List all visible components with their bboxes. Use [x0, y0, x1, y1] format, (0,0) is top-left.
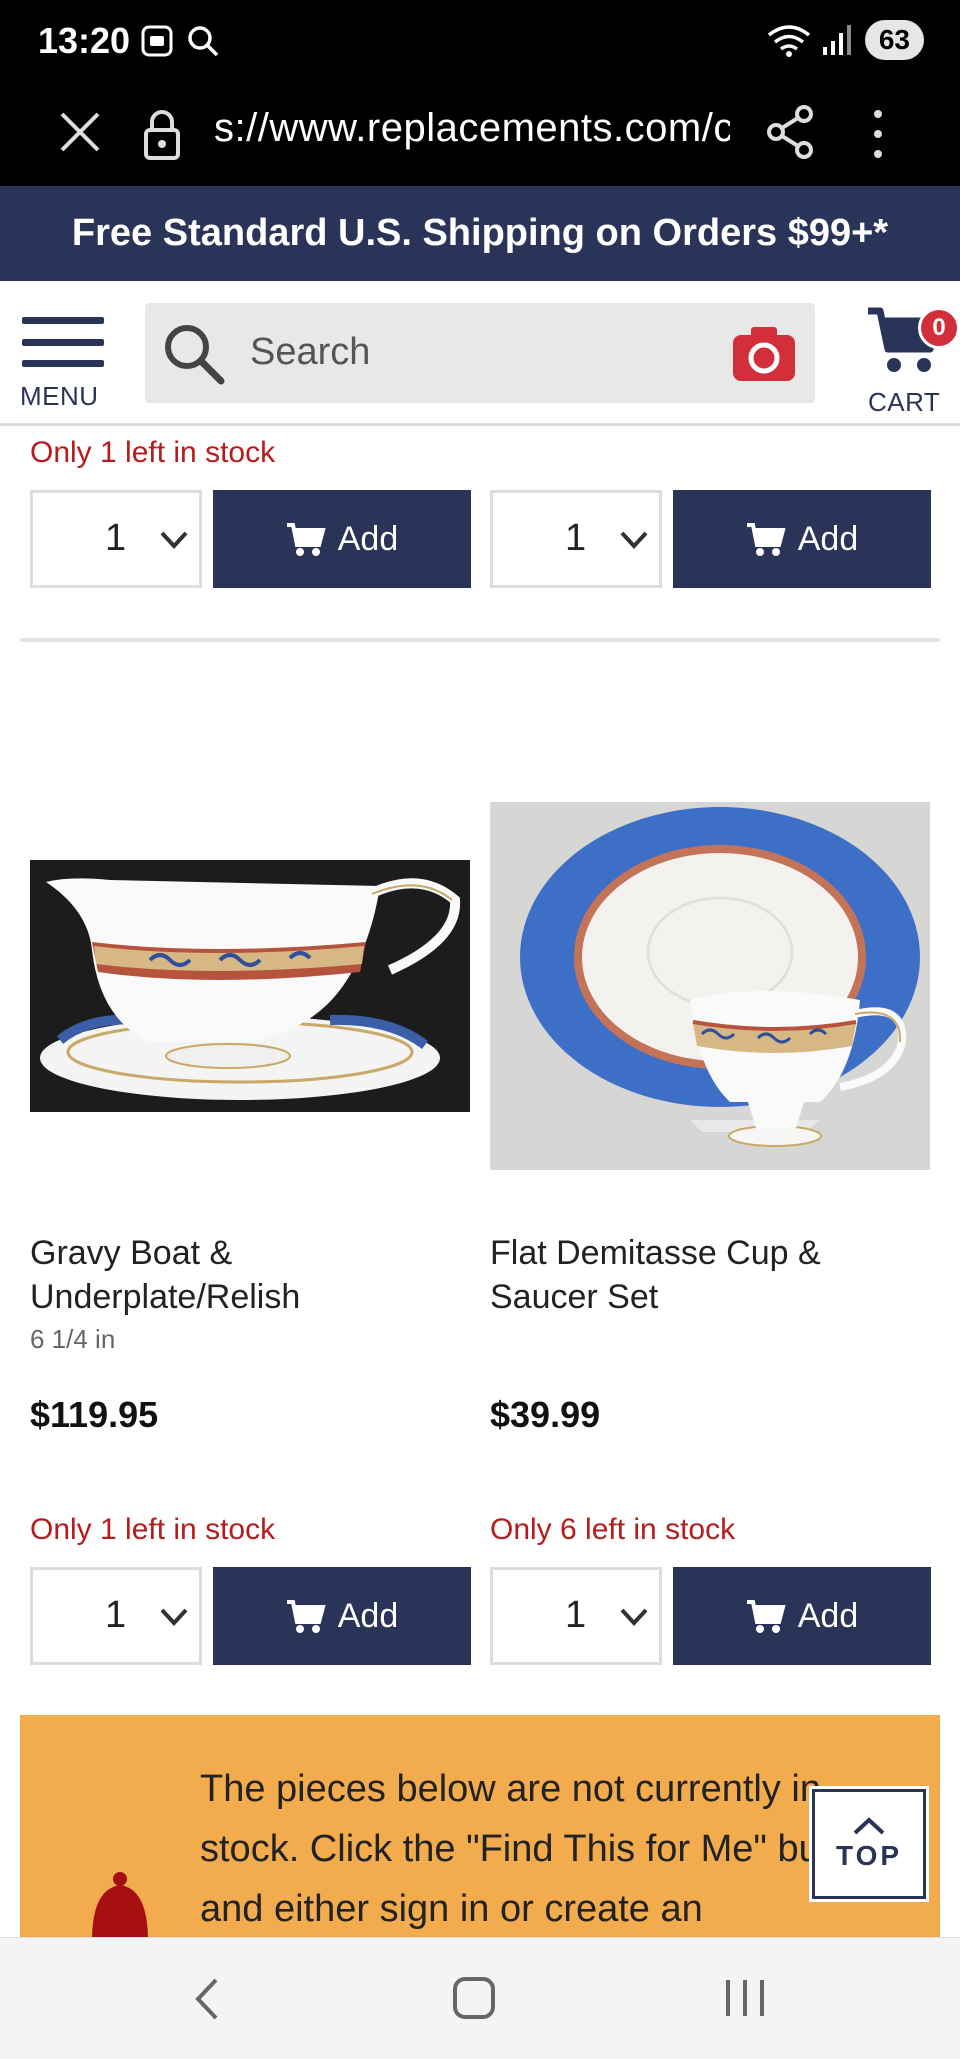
add-label: Add [797, 519, 859, 558]
camera-search-icon[interactable] [733, 325, 795, 381]
product-size: 6 1/4 in [30, 1324, 116, 1354]
battery-indicator: 63 [864, 20, 924, 60]
wifi-icon [767, 25, 810, 57]
bell-icon [84, 1872, 156, 1945]
menu-button[interactable]: MENU [20, 317, 110, 417]
search-placeholder: Search [250, 331, 371, 373]
add-to-cart-button[interactable]: Add [673, 1567, 931, 1665]
quantity-value: 1 [105, 1594, 127, 1636]
recent-apps-icon[interactable] [722, 1976, 768, 2020]
signal-icon [822, 25, 851, 55]
row-divider [20, 638, 940, 642]
share-icon[interactable] [766, 104, 814, 160]
home-icon[interactable] [452, 1976, 496, 2020]
status-icons-left [140, 24, 220, 58]
quantity-select[interactable]: 1 [30, 490, 202, 588]
status-time: 13:20 [38, 20, 131, 61]
chevron-down-icon [620, 1608, 648, 1626]
cart-icon [286, 523, 326, 556]
gravy-boat-image[interactable] [30, 860, 470, 1112]
chevron-down-icon [620, 531, 648, 549]
quantity-value: 1 [565, 1594, 587, 1636]
stock-notice: Only 1 left in stock [30, 436, 276, 469]
search-status-icon [188, 26, 219, 57]
stock-notice: Only 6 left in stock [490, 1513, 736, 1546]
product-price: $119.95 [30, 1394, 159, 1435]
demitasse-cup-image[interactable] [490, 802, 930, 1170]
product-price: $39.99 [490, 1394, 601, 1435]
notice-text: The pieces below are not currently in st… [200, 1768, 884, 1930]
overflow-menu-icon[interactable] [866, 106, 890, 162]
add-to-cart-button[interactable]: Add [673, 490, 931, 588]
quantity-select[interactable]: 1 [490, 1567, 662, 1665]
add-label: Add [337, 519, 399, 558]
top-label: TOP [835, 1840, 903, 1871]
quantity-value: 1 [105, 517, 127, 559]
quantity-value: 1 [565, 517, 587, 559]
menu-label: MENU [20, 381, 99, 411]
close-icon[interactable] [58, 110, 102, 154]
chevron-down-icon [160, 531, 188, 549]
browser-url-bar: s://www.replacements.com/c [0, 86, 960, 186]
cart-icon [286, 1600, 326, 1633]
cart-label: CART [868, 387, 941, 417]
out-of-stock-notice: The pieces below are not currently in st… [20, 1715, 940, 1945]
quantity-select[interactable]: 1 [30, 1567, 202, 1665]
hamburger-icon [22, 317, 104, 367]
add-label: Add [797, 1596, 859, 1635]
chevron-down-icon [160, 1608, 188, 1626]
add-to-cart-button[interactable]: Add [213, 490, 471, 588]
status-icons-right: 63 [767, 20, 924, 60]
back-to-top-button[interactable]: TOP [812, 1789, 926, 1899]
url-field[interactable]: s://www.replacements.com/c [214, 106, 730, 151]
add-to-cart-button[interactable]: Add [213, 1567, 471, 1665]
stock-notice: Only 1 left in stock [30, 1513, 276, 1546]
search-input[interactable]: Search [145, 303, 815, 403]
system-nav-bar [0, 1937, 960, 2059]
product-title[interactable]: Flat Demitasse Cup & Saucer Set [490, 1231, 930, 1319]
product-title[interactable]: Gravy Boat & Underplate/Relish [30, 1231, 470, 1319]
search-icon [165, 325, 225, 385]
chevron-up-icon [853, 1817, 885, 1835]
site-header: MENU Search 0 CART [0, 281, 960, 426]
cart-count-badge: 0 [918, 307, 960, 349]
quantity-select[interactable]: 1 [490, 490, 662, 588]
lock-icon[interactable] [142, 108, 182, 160]
cart-icon [746, 1600, 786, 1633]
screenshot-icon [141, 25, 173, 57]
status-bar: 13:20 63 [0, 0, 960, 86]
cart-button[interactable]: 0 CART [862, 297, 960, 417]
add-label: Add [337, 1596, 399, 1635]
shipping-promo-banner[interactable]: Free Standard U.S. Shipping on Orders $9… [0, 186, 960, 281]
cart-icon [746, 523, 786, 556]
back-icon[interactable] [190, 1976, 224, 2022]
